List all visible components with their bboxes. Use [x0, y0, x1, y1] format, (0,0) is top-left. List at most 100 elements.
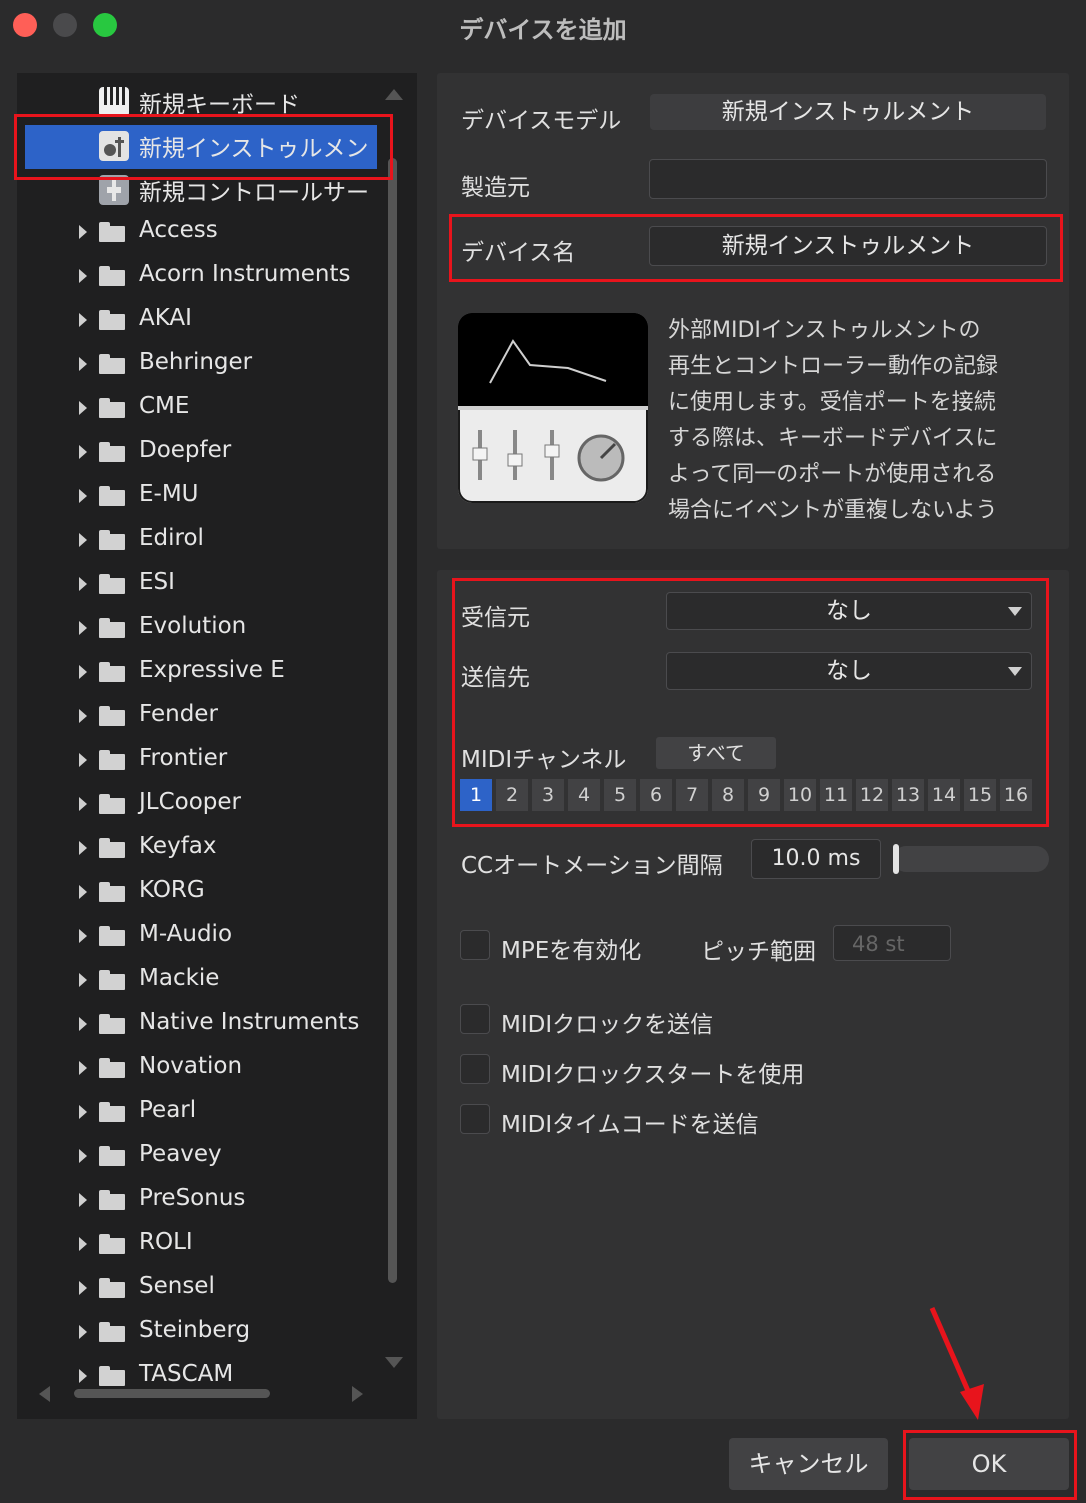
tree-folder-item[interactable]: Fender: [17, 697, 402, 737]
vertical-scrollbar-thumb[interactable]: [388, 158, 397, 1283]
slider-handle[interactable]: [893, 844, 899, 874]
tree-folder-item[interactable]: Novation: [17, 1049, 402, 1089]
tree-folder-item[interactable]: Frontier: [17, 741, 402, 781]
pitch-range-label: ピッチ範囲: [701, 939, 816, 965]
disclosure-triangle-icon[interactable]: [79, 269, 87, 283]
disclosure-triangle-icon[interactable]: [79, 973, 87, 987]
tree-folder-item[interactable]: Expressive E: [17, 653, 402, 693]
receive-from-select[interactable]: なし: [666, 592, 1032, 630]
tree-folder-item[interactable]: M-Audio: [17, 917, 402, 957]
tree-folder-item[interactable]: Native Instruments: [17, 1005, 402, 1045]
tree-item-new-instrument[interactable]: 新規インストゥルメン: [17, 125, 402, 169]
disclosure-triangle-icon[interactable]: [79, 1193, 87, 1207]
tree-folder-item[interactable]: Peavey: [17, 1137, 402, 1177]
mpe-enable-checkbox[interactable]: [460, 930, 490, 960]
midi-channel-14-button[interactable]: 14: [928, 779, 960, 811]
disclosure-triangle-icon[interactable]: [79, 577, 87, 591]
midi-channel-2-button[interactable]: 2: [496, 779, 528, 811]
horizontal-scrollbar-thumb[interactable]: [74, 1389, 270, 1398]
disclosure-triangle-icon[interactable]: [79, 401, 87, 415]
disclosure-triangle-icon[interactable]: [79, 1017, 87, 1031]
disclosure-triangle-icon[interactable]: [79, 709, 87, 723]
tree-folder-item[interactable]: Sensel: [17, 1269, 402, 1309]
midi-channel-4-button[interactable]: 4: [568, 779, 600, 811]
midi-channel-13-button[interactable]: 13: [892, 779, 924, 811]
disclosure-triangle-icon[interactable]: [79, 1061, 87, 1075]
annotation-arrow-icon: [929, 1307, 984, 1420]
scroll-up-arrow[interactable]: [385, 89, 403, 100]
tree-folder-item[interactable]: ROLI: [17, 1225, 402, 1265]
tree-folder-item[interactable]: ESI: [17, 565, 402, 605]
disclosure-triangle-icon[interactable]: [79, 489, 87, 503]
manufacturer-field[interactable]: [649, 159, 1047, 199]
disclosure-triangle-icon[interactable]: [79, 797, 87, 811]
tree-item-new-control-surface[interactable]: 新規コントロールサー: [17, 169, 402, 209]
disclosure-triangle-icon[interactable]: [79, 1325, 87, 1339]
tree-folder-label: CME: [139, 393, 190, 419]
send-to-label: 送信先: [461, 665, 530, 691]
midi-channel-11-button[interactable]: 11: [820, 779, 852, 811]
midi-channel-15-button[interactable]: 15: [964, 779, 996, 811]
midi-channel-5-button[interactable]: 5: [604, 779, 636, 811]
midi-timecode-send-checkbox[interactable]: [460, 1104, 490, 1134]
tree-folder-item[interactable]: PreSonus: [17, 1181, 402, 1221]
tree-folder-item[interactable]: E-MU: [17, 477, 402, 517]
midi-channel-12-button[interactable]: 12: [856, 779, 888, 811]
all-channels-button[interactable]: すべて: [656, 737, 776, 769]
disclosure-triangle-icon[interactable]: [79, 665, 87, 679]
device-model-value: 新規インストゥルメント: [650, 94, 1046, 130]
disclosure-triangle-icon[interactable]: [79, 313, 87, 327]
midi-channel-7-button[interactable]: 7: [676, 779, 708, 811]
tree-folder-item[interactable]: JLCooper: [17, 785, 402, 825]
device-name-field[interactable]: 新規インストゥルメント: [649, 226, 1047, 266]
tree-folder-item[interactable]: Steinberg: [17, 1313, 402, 1353]
cancel-button[interactable]: キャンセル: [729, 1438, 888, 1490]
midi-channel-1-button[interactable]: 1: [460, 779, 492, 811]
disclosure-triangle-icon[interactable]: [79, 357, 87, 371]
midi-channel-16-button[interactable]: 16: [1000, 779, 1032, 811]
midi-channel-10-button[interactable]: 10: [784, 779, 816, 811]
scroll-right-arrow[interactable]: [352, 1386, 363, 1402]
disclosure-triangle-icon[interactable]: [79, 1237, 87, 1251]
pitch-range-field[interactable]: 48 st: [833, 925, 951, 961]
tree-folder-item[interactable]: KORG: [17, 873, 402, 913]
ok-button[interactable]: OK: [909, 1438, 1069, 1490]
disclosure-triangle-icon[interactable]: [79, 445, 87, 459]
midi-channel-9-button[interactable]: 9: [748, 779, 780, 811]
midi-clock-start-checkbox[interactable]: [460, 1054, 490, 1084]
tree-folder-item[interactable]: Behringer: [17, 345, 402, 385]
tree-folder-item[interactable]: Doepfer: [17, 433, 402, 473]
tree-item-new-keyboard[interactable]: 新規キーボード: [17, 81, 402, 121]
tree-folder-item[interactable]: Evolution: [17, 609, 402, 649]
disclosure-triangle-icon[interactable]: [79, 1149, 87, 1163]
tree-folder-item[interactable]: Keyfax: [17, 829, 402, 869]
disclosure-triangle-icon[interactable]: [79, 885, 87, 899]
tree-folder-item[interactable]: AKAI: [17, 301, 402, 341]
disclosure-triangle-icon[interactable]: [79, 841, 87, 855]
tree-folder-item[interactable]: Access: [17, 213, 402, 253]
scroll-left-arrow[interactable]: [39, 1386, 50, 1402]
disclosure-triangle-icon[interactable]: [79, 225, 87, 239]
disclosure-triangle-icon[interactable]: [79, 1105, 87, 1119]
cc-interval-field[interactable]: 10.0 ms: [751, 839, 881, 879]
disclosure-triangle-icon[interactable]: [79, 753, 87, 767]
scroll-down-arrow[interactable]: [385, 1357, 403, 1368]
midi-channel-6-button[interactable]: 6: [640, 779, 672, 811]
midi-channel-3-button[interactable]: 3: [532, 779, 564, 811]
send-to-select[interactable]: なし: [666, 652, 1032, 690]
disclosure-triangle-icon[interactable]: [79, 533, 87, 547]
midi-channel-8-button[interactable]: 8: [712, 779, 744, 811]
tree-folder-item[interactable]: Acorn Instruments: [17, 257, 402, 297]
disclosure-triangle-icon[interactable]: [79, 929, 87, 943]
folder-icon: [99, 706, 125, 726]
cc-interval-slider[interactable]: [893, 844, 1049, 874]
tree-folder-item[interactable]: Pearl: [17, 1093, 402, 1133]
tree-folder-item[interactable]: Mackie: [17, 961, 402, 1001]
disclosure-triangle-icon[interactable]: [79, 621, 87, 635]
midi-clock-send-checkbox[interactable]: [460, 1004, 490, 1034]
tree-folder-item[interactable]: Edirol: [17, 521, 402, 561]
disclosure-triangle-icon[interactable]: [79, 1281, 87, 1295]
folder-icon: [99, 1278, 125, 1298]
disclosure-triangle-icon[interactable]: [79, 1369, 87, 1383]
tree-folder-item[interactable]: CME: [17, 389, 402, 429]
